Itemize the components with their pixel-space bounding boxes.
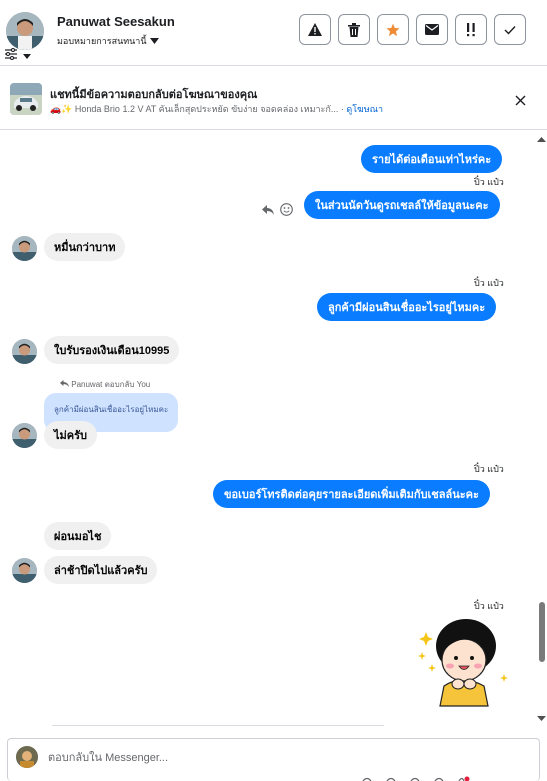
contact-avatar-small (12, 558, 37, 583)
reply-input[interactable] (48, 749, 518, 767)
view-ad-link[interactable]: ดูโฆษณา (346, 104, 383, 114)
ad-reply-banner: แชทนี้มีข้อความตอบกลับต่อโฆษณาของคุณ 🚗✨ … (0, 66, 547, 130)
attach-icon[interactable] (386, 776, 396, 781)
page-avatar (16, 746, 38, 768)
message-hover-actions (262, 203, 293, 216)
sender-name: ปิ๋ว แป๋ว (474, 177, 504, 187)
assign-label: มอบหมายการสนทนานี้ (57, 36, 147, 46)
delete-button[interactable] (338, 14, 370, 45)
saved-reply-icon[interactable] (410, 776, 420, 781)
done-button[interactable] (494, 14, 526, 45)
follow-up-button[interactable] (455, 14, 487, 45)
ad-description: 🚗✨ Honda Brio 1.2 V AT คันเล็กสุดประหยัด… (50, 104, 347, 114)
reply-indicator-text: Panuwat ตอบกลับ You (71, 380, 151, 389)
conversation-header: Panuwat Seesakun มอบหมายการสนทนานี้ (0, 0, 547, 66)
emoji-icon[interactable] (362, 776, 372, 781)
message-outgoing[interactable]: ขอเบอร์โทรติดต่อคุยรายละเอียดเพิ่มเติมกั… (213, 480, 490, 508)
message-outgoing[interactable]: ลูกค้ามีผ่อนสินเชื่ออะไรอยู่ไหมคะ (317, 293, 497, 321)
contact-avatar-small (12, 339, 37, 364)
contact-avatar-small (12, 423, 37, 448)
sliders-icon (5, 48, 31, 60)
sender-name: ปิ๋ว แป๋ว (474, 464, 504, 474)
sender-name: ปิ๋ว แป๋ว (474, 278, 504, 288)
warning-icon (308, 23, 322, 36)
sender-name: ปิ๋ว แป๋ว (474, 601, 504, 611)
composer-toolbar (362, 776, 470, 781)
follow-up-icon (467, 22, 475, 36)
message-incoming[interactable]: ไม่ครับ (44, 421, 98, 449)
spam-button[interactable] (299, 14, 331, 45)
reply-icon[interactable] (262, 204, 274, 215)
contact-name[interactable]: Panuwat Seesakun (57, 14, 175, 29)
reply-composer (7, 738, 540, 781)
caret-down-icon (149, 38, 159, 44)
ad-banner-title: แชทนี้มีข้อความตอบกลับต่อโฆษณาของคุณ (50, 89, 258, 101)
header-actions (299, 14, 526, 45)
reply-indicator: Panuwat ตอบกลับ You (60, 378, 150, 391)
close-icon (515, 95, 525, 105)
ad-thumbnail[interactable] (10, 83, 42, 115)
envelope-icon (425, 24, 439, 35)
sticker-message[interactable] (414, 616, 510, 708)
ad-banner-subtitle: 🚗✨ Honda Brio 1.2 V AT คันเล็กสุดประหยัด… (50, 102, 383, 116)
emoji-reaction-icon[interactable] (280, 203, 293, 216)
star-button[interactable] (377, 14, 409, 45)
gif-icon[interactable] (434, 776, 444, 781)
like-icon[interactable] (458, 776, 470, 781)
star-icon (386, 23, 400, 36)
trash-icon (348, 22, 360, 37)
reply-arrow-icon (60, 380, 69, 387)
filter-dropdown[interactable] (4, 46, 34, 62)
scrollbar-thumb[interactable] (539, 602, 545, 662)
close-ad-banner-button[interactable] (510, 90, 530, 110)
mark-unread-button[interactable] (416, 14, 448, 45)
message-incoming[interactable]: หมื่นกว่าบาท (44, 233, 126, 261)
scroll-up-icon[interactable] (536, 135, 547, 143)
contact-avatar[interactable] (6, 12, 44, 50)
message-outgoing[interactable]: รายได้ต่อเดือนเท่าไหร่คะ (361, 145, 503, 173)
divider (52, 725, 384, 726)
check-icon (504, 25, 516, 35)
message-incoming[interactable]: ผ่อนมอไช (44, 522, 112, 550)
message-incoming[interactable]: ล่าช้าปิดไปแล้วครับ (44, 556, 158, 584)
scroll-down-icon[interactable] (536, 715, 547, 723)
assign-dropdown[interactable]: มอบหมายการสนทนานี้ (57, 34, 159, 48)
message-incoming[interactable]: ใบรับรองเงินเดือน10995 (44, 336, 180, 364)
contact-avatar-small (12, 236, 37, 261)
message-outgoing[interactable]: ในส่วนนัดวันดูรถเชลล์ให้ข้อมูลนะคะ (304, 191, 500, 219)
